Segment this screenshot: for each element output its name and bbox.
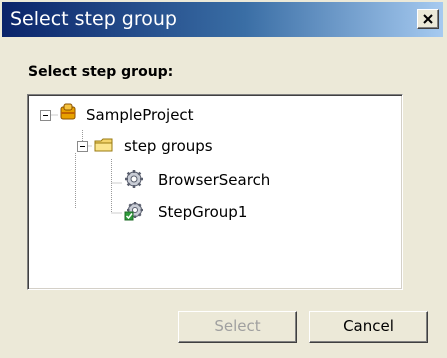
gear-icon	[125, 170, 143, 188]
gear-check-icon	[124, 202, 143, 221]
collapse-toggle[interactable]	[40, 110, 51, 121]
close-icon	[423, 14, 433, 24]
project-icon	[60, 103, 76, 120]
tree-node-step-groups[interactable]: step groups	[28, 135, 268, 161]
tree-node-browsersearch[interactable]: BrowserSearch	[28, 169, 328, 195]
cancel-button[interactable]: Cancel	[309, 311, 428, 343]
select-button[interactable]: Select	[178, 311, 297, 343]
prompt-label: Select step group:	[28, 64, 174, 80]
tree-node-stepgroup1[interactable]: StepGroup1	[28, 201, 328, 227]
title-bar[interactable]: Select step group	[2, 2, 443, 37]
tree-node-label: SampleProject	[86, 106, 194, 124]
collapse-toggle[interactable]	[77, 141, 88, 152]
folder-icon	[94, 138, 113, 152]
tree-node-label: BrowserSearch	[158, 171, 271, 189]
window-title: Select step group	[10, 8, 177, 30]
step-group-tree[interactable]: SampleProject step groups BrowserSearch	[27, 94, 403, 290]
tree-node-label: StepGroup1	[158, 203, 248, 221]
tree-node-label: step groups	[124, 137, 213, 155]
close-button[interactable]	[417, 9, 439, 29]
tree-node-sampleproject[interactable]: SampleProject	[28, 103, 268, 129]
select-step-group-dialog: Select step group Select step group: Sam…	[0, 0, 447, 358]
